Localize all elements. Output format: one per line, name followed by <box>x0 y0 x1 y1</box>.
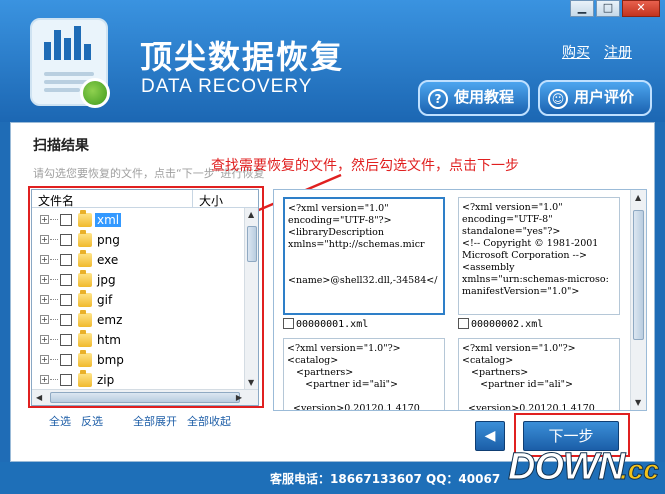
preview-scrollbar[interactable]: ▲ ▼ <box>630 190 646 410</box>
collapse-all-link[interactable]: 全部收起 <box>187 413 231 429</box>
tutorial-button-label: 使用教程 <box>454 88 515 106</box>
preview-card[interactable]: <?xml version="1.0"?> <catalog> <partner… <box>458 338 620 410</box>
scroll-up-icon[interactable]: ▲ <box>635 193 641 202</box>
file-checkbox[interactable] <box>283 318 294 329</box>
user-icon: ☺ <box>548 89 568 109</box>
review-button[interactable]: ☺ 用户评价 <box>538 80 652 116</box>
preview-card-label[interactable]: 00000001.xml <box>283 318 368 330</box>
tree-highlight-box <box>28 186 264 408</box>
file-preview-grid: <?xml version="1.0" encoding="UTF-8"?> <… <box>273 189 647 411</box>
app-title: 顶尖数据恢复 <box>140 38 345 76</box>
watermark-logo: DOWN .cc <box>507 446 660 492</box>
tutorial-button[interactable]: ? 使用教程 <box>418 80 530 116</box>
register-link[interactable]: 注册 <box>604 42 632 62</box>
annotation-text: 查找需要恢复的文件，然后勾选文件，点击下一步 <box>211 158 519 174</box>
recycle-icon <box>80 78 110 108</box>
support-contact: 客服电话：18667133607 QQ：40067 <box>270 472 501 486</box>
app-window: 顶尖数据恢复 DATA RECOVERY ▁ □ ✕ 购买 注册 ? 使用教程 … <box>0 0 665 494</box>
preview-card[interactable]: <?xml version="1.0" encoding="UTF-8"?> <… <box>283 197 445 315</box>
minimize-button[interactable]: ▁ <box>570 0 594 17</box>
select-all-link[interactable]: 全选 <box>49 413 71 429</box>
preview-card[interactable]: <?xml version="1.0"?> <catalog> <partner… <box>283 338 445 410</box>
preview-card[interactable]: <?xml version="1.0" encoding="UTF-8" sta… <box>458 197 620 315</box>
question-circle-icon: ? <box>428 89 448 109</box>
scroll-down-icon[interactable]: ▼ <box>635 398 641 407</box>
back-button[interactable]: ◀ <box>475 421 505 451</box>
buy-link[interactable]: 购买 <box>562 42 590 62</box>
watermark-text: DOWN <box>507 446 625 489</box>
header: 顶尖数据恢复 DATA RECOVERY ▁ □ ✕ 购买 注册 ? 使用教程 … <box>0 0 665 122</box>
section-title: 扫描结果 <box>33 138 89 154</box>
file-checkbox[interactable] <box>458 318 469 329</box>
restore-button[interactable]: □ <box>596 0 620 17</box>
invert-selection-link[interactable]: 反选 <box>81 413 103 429</box>
review-button-label: 用户评价 <box>574 88 635 106</box>
app-subtitle: DATA RECOVERY <box>141 76 313 97</box>
expand-all-link[interactable]: 全部展开 <box>133 413 177 429</box>
preview-card-label[interactable]: 00000002.xml <box>458 318 543 330</box>
watermark-suffix: .cc <box>620 454 660 486</box>
close-button[interactable]: ✕ <box>622 0 660 17</box>
